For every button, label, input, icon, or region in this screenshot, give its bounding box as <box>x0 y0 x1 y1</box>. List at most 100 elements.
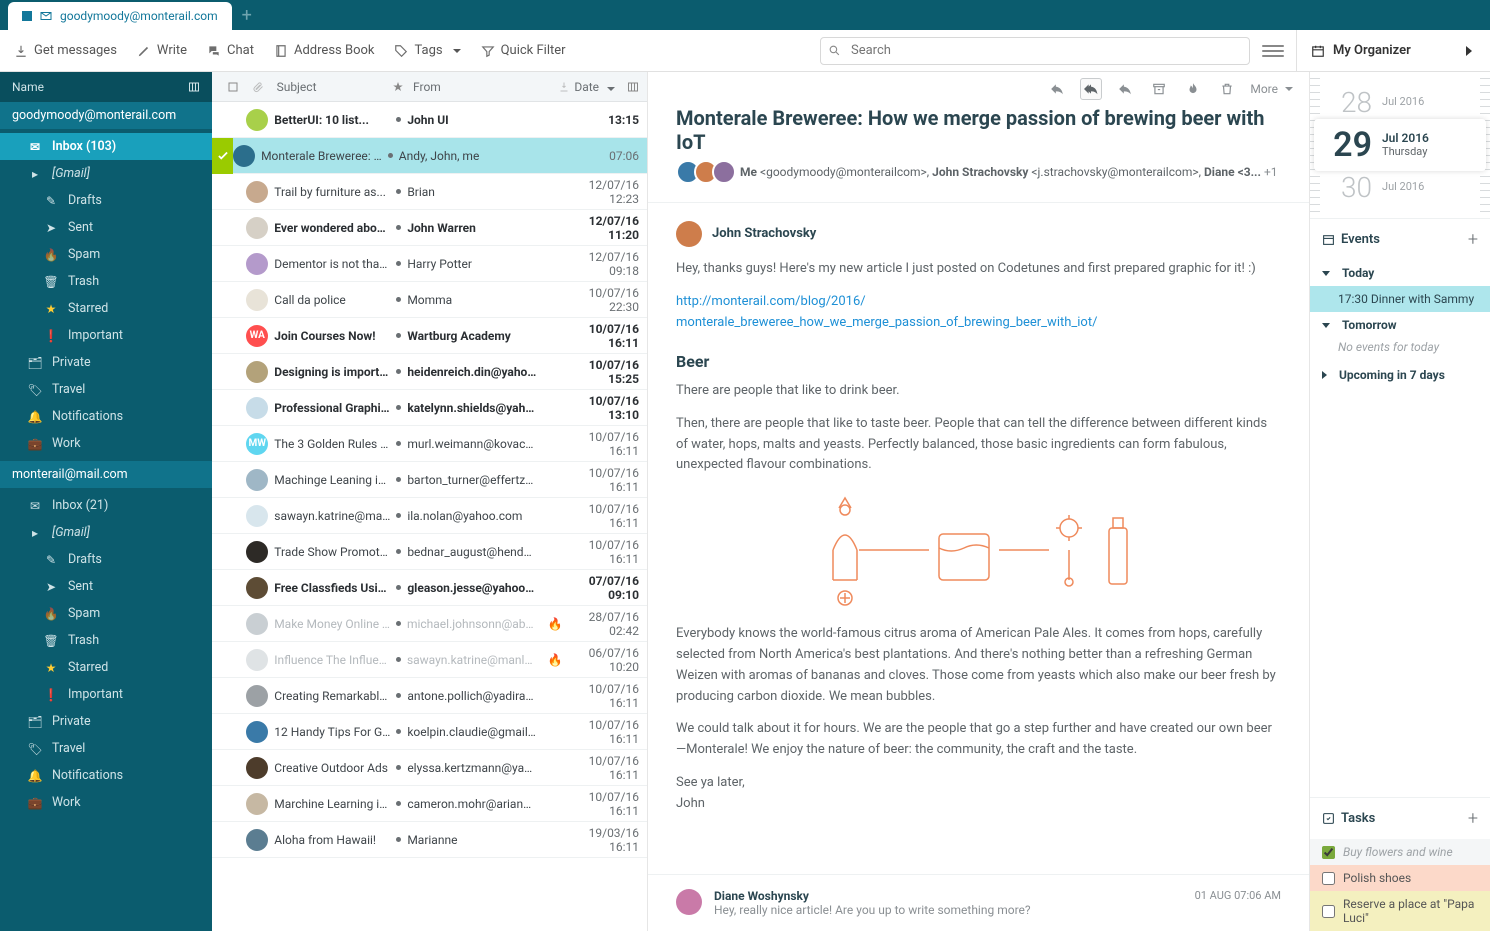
dot-separator <box>396 261 401 266</box>
message-row[interactable]: BetterUI: 10 list...John UI13:15 <box>212 102 647 138</box>
message-row[interactable]: Dementor is not that badHarry Potter12/0… <box>212 246 647 282</box>
forward-button[interactable] <box>1114 78 1136 100</box>
col-checkbox[interactable] <box>220 81 246 93</box>
address-book-button[interactable]: Address Book <box>274 43 374 58</box>
sidebar-item-important[interactable]: ❗Important <box>0 322 212 349</box>
message-row[interactable]: Call da policeMomma10/07/16 22:30 <box>212 282 647 318</box>
sidebar-item-trash[interactable]: 🗑Trash <box>0 268 212 295</box>
sidebar-item-work[interactable]: 💼Work <box>0 789 212 816</box>
account-header[interactable]: monterail@mail.com <box>0 461 212 488</box>
sidebar-item-starred[interactable]: ★Starred <box>0 295 212 322</box>
col-date[interactable]: Date <box>558 80 639 94</box>
message-row[interactable]: Creating Remarkable Po...antone.pollich@… <box>212 678 647 714</box>
day-month: Jul 2016 <box>1382 96 1424 108</box>
message-row[interactable]: Marchine Learning is ...cameron.mohr@ari… <box>212 786 647 822</box>
col-attachment[interactable] <box>252 81 271 93</box>
message-row[interactable]: Trail by furniture as...Brian12/07/16 12… <box>212 174 647 210</box>
task-item[interactable]: Buy flowers and wine <box>1310 839 1490 865</box>
calendar-day[interactable]: 30Jul 2016 <box>1310 171 1490 204</box>
sidebar-item-drafts[interactable]: ✎Drafts <box>0 546 212 573</box>
add-event-button[interactable]: + <box>1468 229 1478 250</box>
events-tomorrow-toggle[interactable]: Tomorrow <box>1310 312 1490 338</box>
message-row[interactable]: Monterale Breweree: H...Andy, John, me07… <box>212 138 647 174</box>
task-item[interactable]: Polish shoes <box>1310 865 1490 891</box>
delete-button[interactable] <box>1216 78 1238 100</box>
avatar <box>676 221 702 247</box>
events-upcoming-toggle[interactable]: Upcoming in 7 days <box>1310 362 1490 388</box>
sidebar-item-private[interactable]: 🗂Private <box>0 349 212 376</box>
sidebar-item-sent[interactable]: ➤Sent <box>0 573 212 600</box>
sidebar-item-inbox[interactable]: ✉Inbox (103) <box>0 133 212 160</box>
col-from[interactable]: From <box>413 80 552 94</box>
tags-dropdown[interactable]: Tags <box>394 43 460 58</box>
get-messages-button[interactable]: Get messages <box>14 43 117 58</box>
sidebar-item-notifications[interactable]: 🔔Notifications <box>0 403 212 430</box>
message-row[interactable]: Trade Show Promotionsbednar_august@hende… <box>212 534 647 570</box>
task-checkbox[interactable] <box>1322 872 1335 885</box>
write-button[interactable]: Write <box>137 43 187 58</box>
chat-button[interactable]: Chat <box>207 43 254 58</box>
sidebar-item-sent[interactable]: ➤Sent <box>0 214 212 241</box>
message-link[interactable]: monterale_breweree_how_we_merge_passion_… <box>676 315 1097 330</box>
account-header[interactable]: goodymoody@monterail.com <box>0 102 212 129</box>
sidebar-item-notifications[interactable]: 🔔Notifications <box>0 762 212 789</box>
calendar-day[interactable]: 29Jul 2016Thursday <box>1314 119 1486 171</box>
add-task-button[interactable]: + <box>1468 808 1478 829</box>
message-body[interactable]: John Strachovsky Hey, thanks guys! Here'… <box>648 203 1309 874</box>
task-checkbox[interactable] <box>1322 846 1335 859</box>
message-row[interactable]: Influence The Influence...sawayn.katrine… <box>212 642 647 678</box>
junk-button[interactable] <box>1182 78 1204 100</box>
sidebar-item-travel[interactable]: 🏷Travel <box>0 376 212 403</box>
task-checkbox[interactable] <box>1322 905 1335 918</box>
sidebar-item-gmail[interactable]: ▸[Gmail] <box>0 160 212 187</box>
events-today-toggle[interactable]: Today <box>1310 260 1490 286</box>
message-row[interactable]: 12 Handy Tips For Gener...koelpin.claudi… <box>212 714 647 750</box>
message-row[interactable]: sawayn.katrine@manley...ila.nolan@yahoo.… <box>212 498 647 534</box>
sidebar-item-spam[interactable]: 🔥Spam <box>0 600 212 627</box>
column-picker-icon[interactable] <box>627 81 639 93</box>
sidebar-item-private[interactable]: 🗂Private <box>0 708 212 735</box>
quick-filter-button[interactable]: Quick Filter <box>481 43 566 58</box>
search-field[interactable] <box>820 37 1250 65</box>
col-subject[interactable]: Subject <box>277 80 387 94</box>
message-row[interactable]: Professional Graphic De...katelynn.shiel… <box>212 390 647 426</box>
message-date: 19/03/16 16:11 <box>565 826 639 854</box>
sidebar-item-travel[interactable]: 🏷Travel <box>0 735 212 762</box>
sidebar-item-important[interactable]: ❗Important <box>0 681 212 708</box>
sidebar-item-drafts[interactable]: ✎Drafts <box>0 187 212 214</box>
sidebar-item-work[interactable]: 💼Work <box>0 430 212 457</box>
archive-button[interactable] <box>1148 78 1170 100</box>
calendar-day[interactable]: 28Jul 2016 <box>1310 86 1490 119</box>
organizer-collapse-button[interactable] <box>1466 46 1476 56</box>
app-menu-button[interactable] <box>1262 40 1284 62</box>
message-row[interactable]: MWThe 3 Golden Rules Proff...murl.weiman… <box>212 426 647 462</box>
message-row[interactable]: Ever wondered abou...John Warren12/07/16… <box>212 210 647 246</box>
window-tab[interactable]: goodymoody@monterail.com <box>8 2 232 30</box>
new-tab-button[interactable]: + <box>242 5 252 26</box>
message-row[interactable]: Designing is importantheidenreich.din@ya… <box>212 354 647 390</box>
message-row[interactable]: Aloha from Hawaii!Marianne19/03/16 16:11 <box>212 822 647 858</box>
sidebar-item-inbox[interactable]: ✉Inbox (21) <box>0 492 212 519</box>
message-row[interactable]: Free Classfieds Using Th...gleason.jesse… <box>212 570 647 606</box>
sidebar-item-spam[interactable]: 🔥Spam <box>0 241 212 268</box>
message-row[interactable]: WAJoin Courses Now!Wartburg Academy10/07… <box>212 318 647 354</box>
message-row[interactable]: Creative Outdoor Adselyssa.kertzmann@yah… <box>212 750 647 786</box>
task-item[interactable]: Reserve a place at "Papa Luci" <box>1310 891 1490 931</box>
message-rows[interactable]: BetterUI: 10 list...John UI13:15Monteral… <box>212 102 647 931</box>
sidebar-item-gmail[interactable]: ▸[Gmail] <box>0 519 212 546</box>
message-date: 07:06 <box>562 149 639 163</box>
search-input[interactable] <box>820 37 1250 65</box>
event-item[interactable]: 17:30 Dinner with Sammy <box>1310 286 1490 312</box>
message-row[interactable]: Machinge Leaning is ...barton_turner@eff… <box>212 462 647 498</box>
more-actions-dropdown[interactable]: More <box>1250 82 1293 96</box>
reply-all-button[interactable] <box>1080 78 1102 100</box>
sidebar-item-starred[interactable]: ★Starred <box>0 654 212 681</box>
message-row[interactable]: Make Money Online Thr...michael.johnsonn… <box>212 606 647 642</box>
message-link[interactable]: http://monterail.com/blog/2016/ <box>676 294 866 309</box>
reply-button[interactable] <box>1046 78 1068 100</box>
date-strip[interactable]: 28Jul 201629Jul 2016Thursday30Jul 2016 <box>1310 72 1490 218</box>
col-star[interactable] <box>392 81 407 93</box>
thread-reply-preview[interactable]: Diane Woshynsky 01 AUG 07:06 AM Hey, rea… <box>648 874 1309 931</box>
columns-icon[interactable] <box>188 81 200 93</box>
sidebar-item-trash[interactable]: 🗑Trash <box>0 627 212 654</box>
